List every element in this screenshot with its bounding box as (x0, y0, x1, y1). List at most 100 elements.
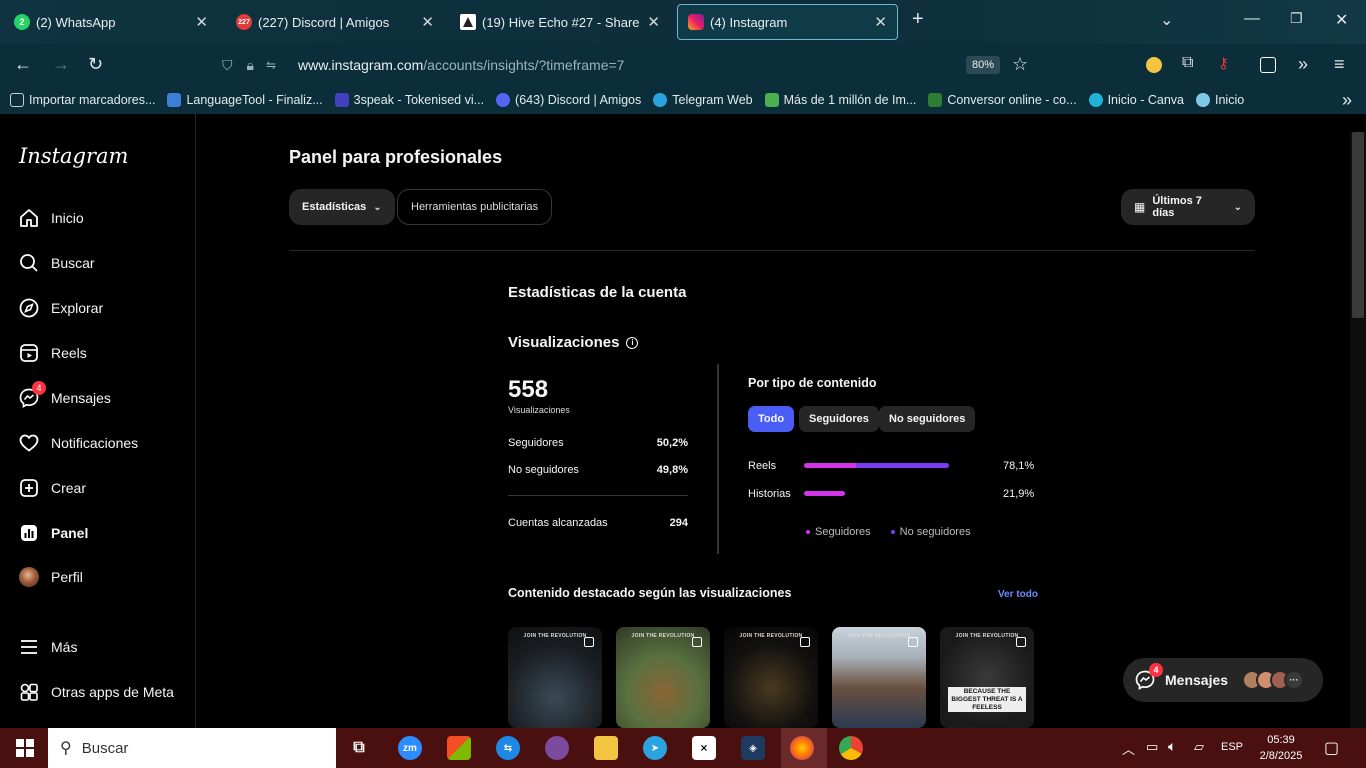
featured-post[interactable]: JOIN THE REVOLUTION BECAUSE THE BIGGEST … (940, 627, 1034, 728)
sidebar-item-mas[interactable]: Más (18, 636, 77, 658)
views-heading: Visualizaciones i (508, 334, 639, 351)
sidebar-item-reels[interactable]: Reels (18, 342, 87, 364)
tab-herramientas-publicitarias[interactable]: Herramientas publicitarias (397, 189, 553, 225)
chip-no-seguidores[interactable]: No seguidores (879, 406, 976, 432)
sidebar-item-crear[interactable]: Crear (18, 477, 86, 499)
tab-estadisticas[interactable]: Estadísticas ⌄ (289, 189, 395, 225)
sidebar-item-inicio[interactable]: Inicio (18, 207, 84, 229)
featured-post[interactable]: JOIN THE REVOLUTION (724, 627, 818, 728)
instagram-logo[interactable]: Instagram (19, 144, 128, 168)
messenger-icon: 4 (18, 381, 46, 409)
back-icon[interactable]: ← (14, 54, 32, 75)
chip-seguidores[interactable]: Seguidores (799, 406, 879, 432)
sidebar-item-buscar[interactable]: Buscar (18, 252, 95, 274)
sidebar-item-mensajes[interactable]: 4 Mensajes (18, 381, 111, 409)
sidebar-item-label: Notificaciones (51, 435, 139, 451)
featured-post[interactable]: JOIN THE REVOLUTION (832, 627, 926, 728)
browser-window: 2 (2) WhatsApp ✕ 227 (227) Discord | Ami… (0, 0, 1366, 114)
bookmark-item[interactable]: 3speak - Tokenised vi... (334, 93, 484, 107)
volume-icon[interactable]: 🔈︎ (1168, 738, 1176, 755)
minimize-button[interactable]: — (1244, 10, 1260, 28)
store-icon[interactable] (447, 736, 471, 760)
close-icon[interactable]: ✕ (421, 13, 434, 31)
close-icon[interactable]: ✕ (647, 13, 660, 31)
bookmark-item[interactable]: (643) Discord | Amigos (496, 93, 641, 107)
scrollbar-thumb[interactable] (1352, 132, 1364, 318)
teamviewer-icon[interactable]: ⇆ (496, 736, 520, 760)
stat-row-nonfollowers: No seguidores 49,8% (508, 464, 688, 476)
reload-icon[interactable]: ↻ (88, 54, 103, 75)
bookmark-item[interactable]: Importar marcadores... (10, 93, 155, 107)
zoom-level[interactable]: 80% (966, 56, 1001, 74)
featured-post[interactable]: JOIN THE REVOLUTION (616, 627, 710, 728)
task-view-icon[interactable]: ⧉ (347, 736, 371, 760)
stat-row-reached: Cuentas alcanzadas 294 (508, 517, 688, 529)
bookmark-item[interactable]: LanguageTool - Finaliz... (167, 93, 323, 107)
firefox-icon[interactable] (790, 736, 814, 760)
key-icon[interactable]: ⚷ (1218, 54, 1229, 72)
app-icon[interactable]: ◈ (741, 736, 765, 760)
zoom-icon[interactable]: zm (398, 736, 422, 760)
heart-icon (18, 432, 40, 454)
telegram-icon[interactable]: ➤ (643, 736, 667, 760)
timeframe-dropdown[interactable]: ▦ Últimos 7 días ⌄ (1121, 189, 1255, 225)
chevron-down-icon[interactable]: ⌄ (1160, 10, 1173, 30)
sidebar-item-label: Buscar (51, 255, 95, 271)
tab-discord[interactable]: 227 (227) Discord | Amigos ✕ (226, 4, 444, 40)
notifications-icon[interactable]: ▢ (1324, 738, 1339, 758)
bookmark-item[interactable]: Inicio - Canva (1088, 93, 1184, 107)
bookmark-label: Telegram Web (672, 93, 753, 107)
bookmark-item[interactable]: Inicio (1196, 93, 1244, 107)
bookmark-label: Inicio (1215, 93, 1245, 107)
see-all-link[interactable]: Ver todo (998, 589, 1038, 600)
close-window-button[interactable]: ✕ (1335, 10, 1348, 30)
camera-icon[interactable]: ▭ (1146, 739, 1158, 755)
close-icon[interactable]: ✕ (195, 13, 208, 31)
capcut-icon[interactable]: ⨯ (692, 736, 716, 760)
permissions-icon[interactable]: ⇋ (266, 58, 276, 72)
chevron-up-icon[interactable]: ︿ (1122, 739, 1135, 758)
sidebar-item-perfil[interactable]: Perfil (18, 566, 83, 588)
taskbar-search[interactable]: ⚲ Buscar (48, 728, 336, 768)
puzzle-icon[interactable]: ⧉ (1182, 54, 1193, 72)
overflow-icon[interactable]: » (1298, 54, 1308, 75)
chrome-icon[interactable] (839, 736, 863, 760)
bookmark-item[interactable]: Conversor online - co... (928, 93, 1077, 107)
sidebar-item-explorar[interactable]: Explorar (18, 297, 103, 319)
sidebar-item-notificaciones[interactable]: Notificaciones (18, 432, 138, 454)
new-tab-button[interactable]: + (912, 8, 924, 31)
tab-hive[interactable]: (19) Hive Echo #27 - Share your ✕ (450, 4, 670, 40)
star-icon[interactable]: ☆ (1012, 54, 1028, 75)
shield-icon[interactable]: ⛉ (222, 57, 233, 74)
messages-pill[interactable]: 4 Mensajes ··· (1123, 658, 1323, 702)
avatar-stack: ··· (1242, 670, 1304, 690)
restore-button[interactable]: ❐ (1290, 10, 1303, 27)
extension-icon[interactable] (1146, 57, 1162, 73)
network-icon[interactable]: ▱ (1194, 739, 1204, 755)
close-icon[interactable]: ✕ (874, 13, 887, 31)
avatar-icon (18, 566, 40, 588)
address-bar[interactable]: ⛉ 🔒︎ ⇋ www.instagram.com/accounts/insigh… (212, 48, 1048, 82)
clock[interactable]: 05:39 2/8/2025 (1256, 732, 1306, 764)
bookmarks-overflow-icon[interactable]: » (1342, 90, 1352, 111)
file-explorer-icon[interactable] (594, 736, 618, 760)
bookmark-item[interactable]: Más de 1 millón de Im... (764, 93, 916, 107)
canva-icon (1088, 93, 1103, 107)
bookmark-item[interactable]: Telegram Web (653, 93, 753, 107)
app-icon[interactable] (545, 736, 569, 760)
windows-start-icon[interactable] (13, 736, 37, 760)
language-indicator[interactable]: ESP (1221, 741, 1243, 753)
forward-icon[interactable]: → (52, 54, 70, 75)
tab-whatsapp[interactable]: 2 (2) WhatsApp ✕ (4, 4, 218, 40)
sidebar-item-meta-apps[interactable]: Otras apps de Meta (18, 681, 174, 703)
info-icon[interactable]: i (626, 336, 639, 349)
messenger-icon: 4 (1135, 663, 1163, 690)
extension-box-icon[interactable] (1260, 57, 1276, 73)
reel-icon (692, 637, 702, 647)
lock-icon[interactable]: 🔒︎ (247, 57, 254, 74)
tab-instagram[interactable]: (4) Instagram ✕ (677, 4, 898, 40)
menu-icon[interactable]: ≡ (1334, 54, 1345, 75)
sidebar-item-panel[interactable]: Panel (18, 522, 88, 544)
featured-post[interactable]: JOIN THE REVOLUTION (508, 627, 602, 728)
chip-todo[interactable]: Todo (748, 406, 795, 432)
